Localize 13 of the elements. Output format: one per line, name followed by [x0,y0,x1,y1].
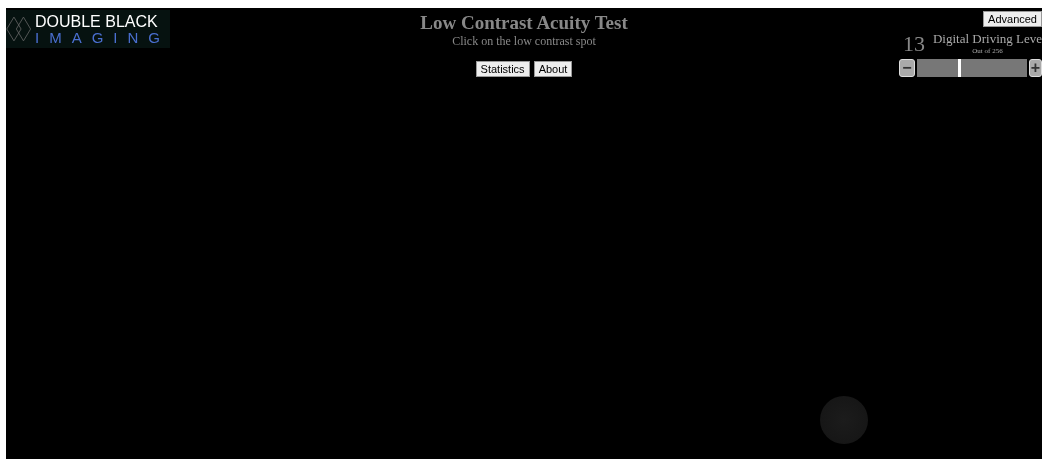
instruction-text: Click on the low contrast spot [452,34,596,49]
level-slider[interactable] [916,59,1027,77]
slider-thumb[interactable] [958,59,962,77]
page-title: Low Contrast Acuity Test [420,12,628,34]
logo-subtext: IMAGING [35,29,170,45]
logo-text: DOUBLE BLACK [35,13,159,30]
advanced-button[interactable]: Advanced [983,11,1042,27]
toolbar-button[interactable]: Statistics [475,61,530,77]
level-label: Digital Driving Leve [932,31,1042,47]
decrease-button[interactable]: − [899,59,915,77]
increase-button[interactable]: + [1028,59,1042,77]
toolbar-button[interactable]: About [533,61,573,77]
level-value: 13 [902,31,925,57]
